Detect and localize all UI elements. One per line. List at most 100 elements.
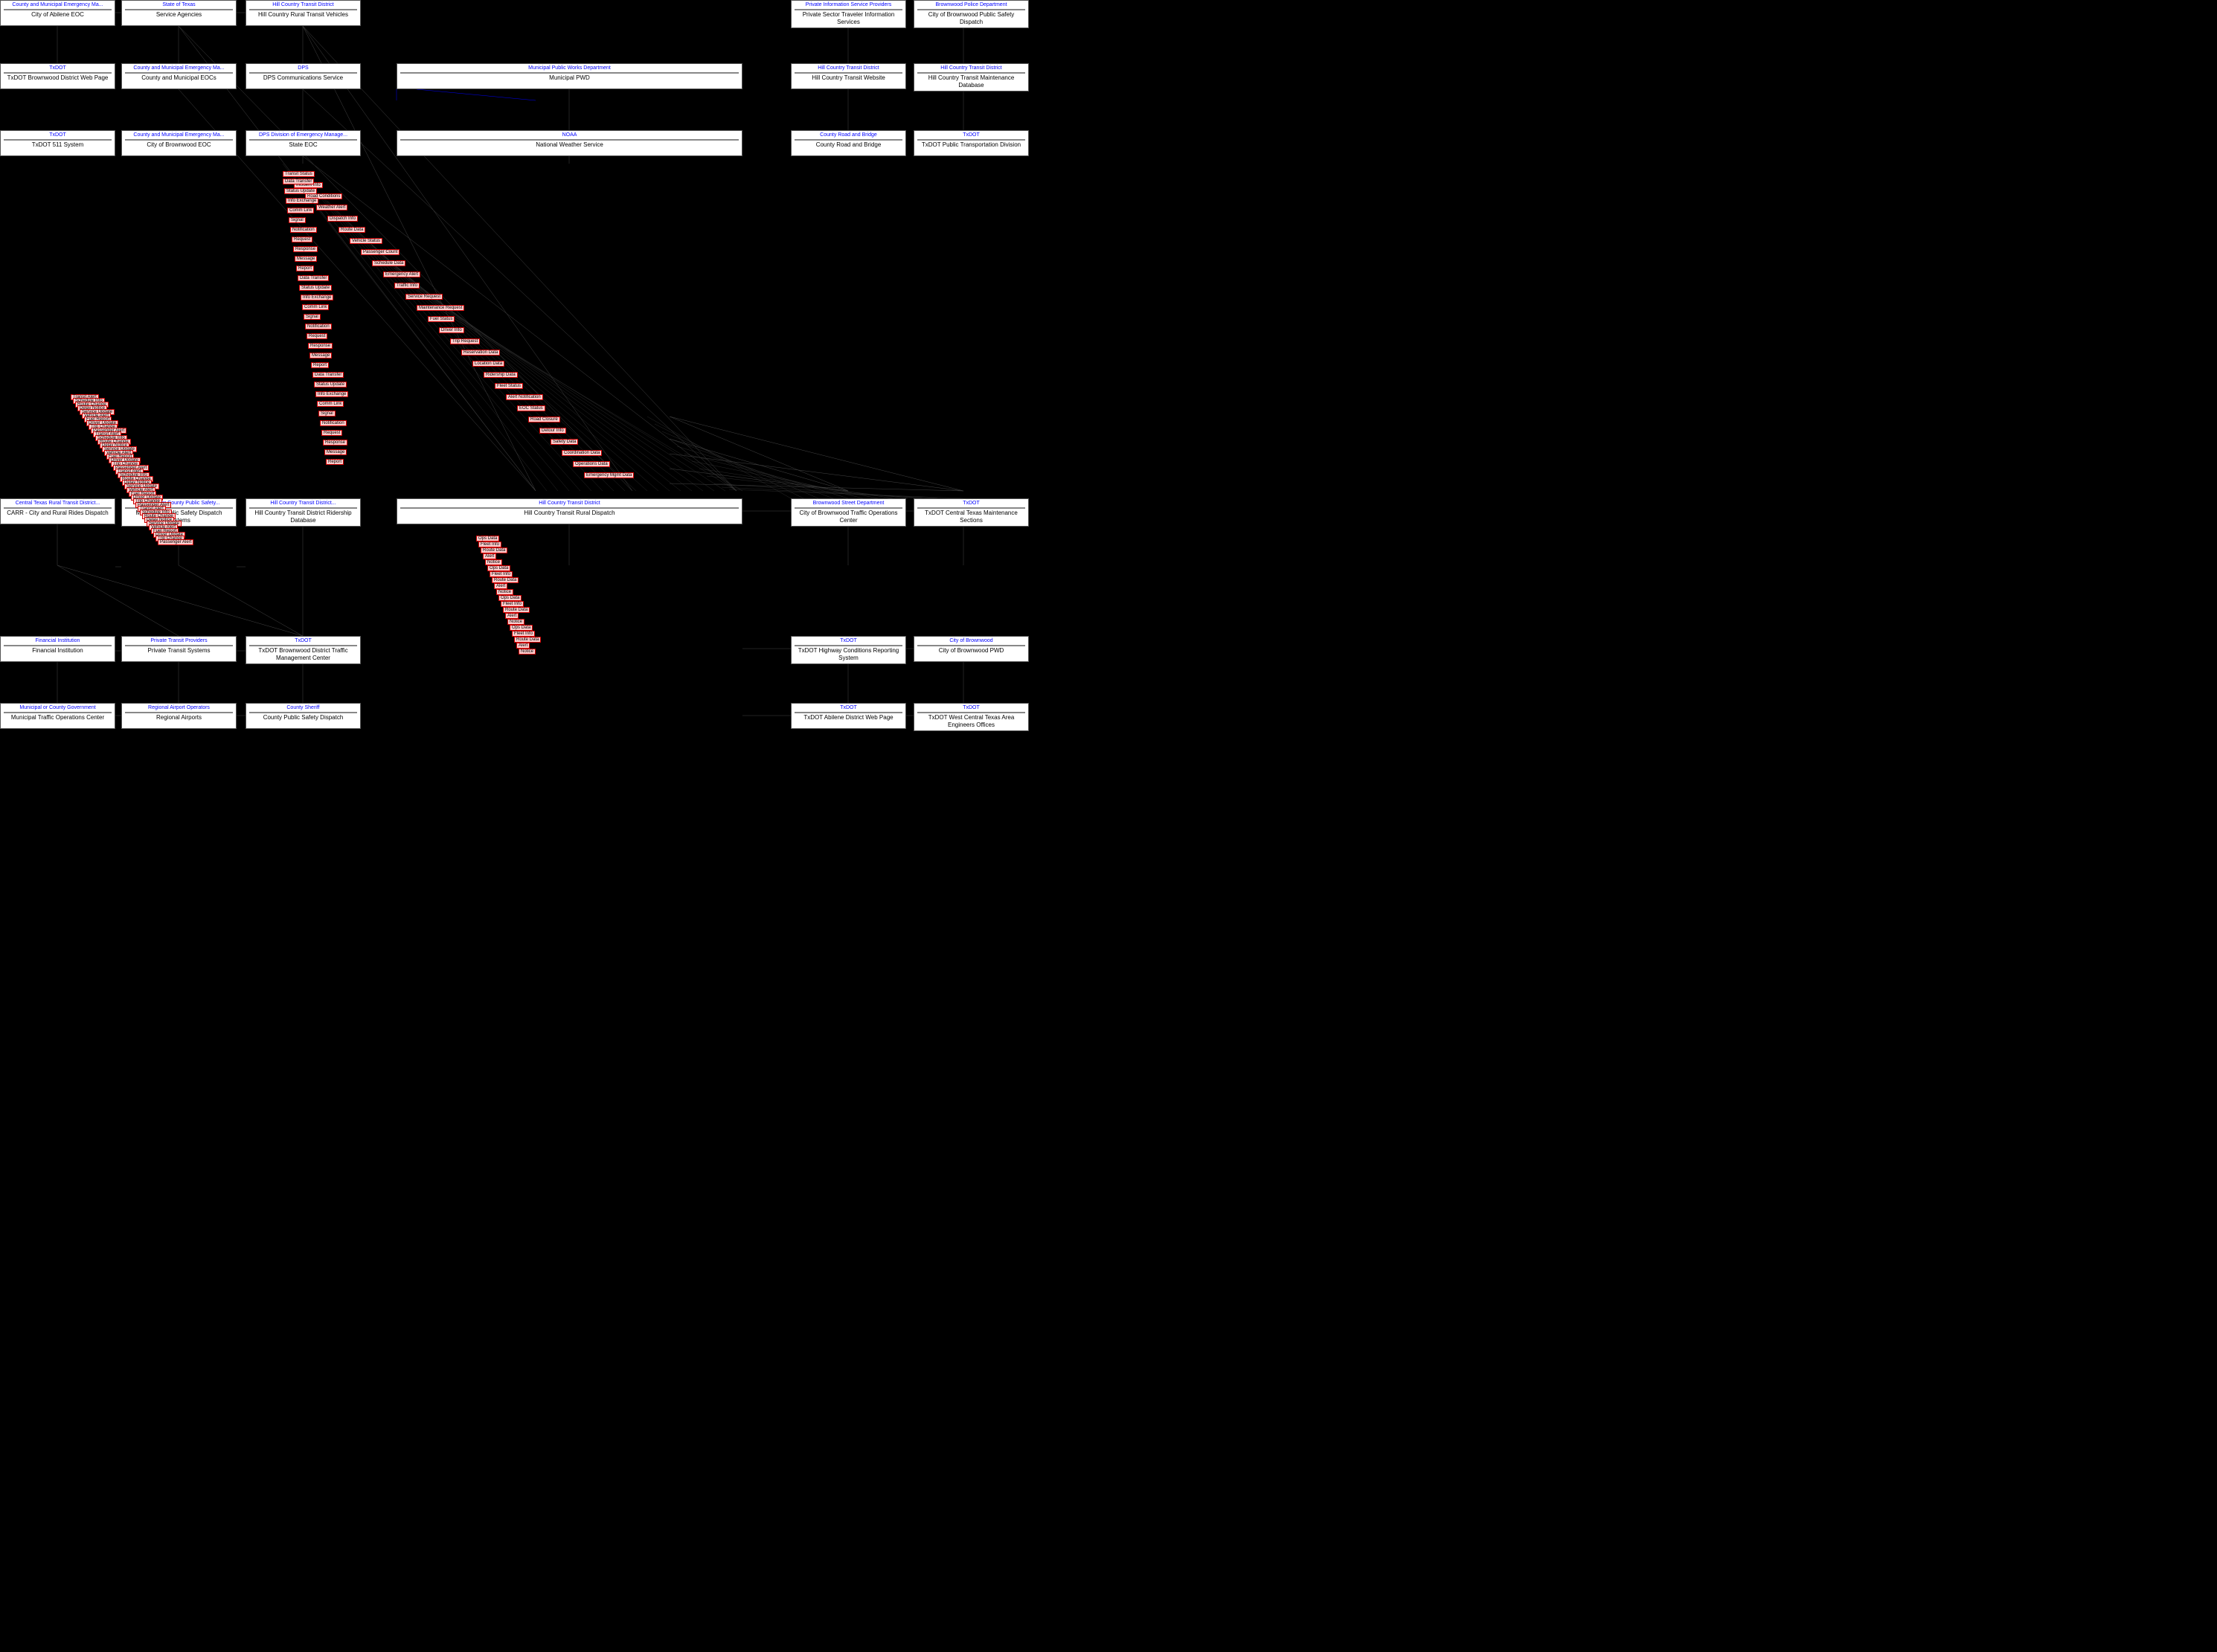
stub-label: Trip Request [450, 338, 480, 344]
node-label-txdot-abilene-web: TxDOT Abilene District Web Page [795, 714, 902, 721]
stub-label: Info Exchange [315, 391, 348, 397]
node-label-central-texas-rural-transit: CARR - City and Rural Rides Dispatch [4, 510, 112, 517]
node-category-central-texas-rural-transit: Central Texas Rural Transit District... [4, 501, 112, 507]
node-label-hill-country-transit-website: Hill Country Transit Website [795, 74, 902, 82]
node-private-info-service-providers: Private Information Service ProvidersPri… [791, 0, 906, 28]
node-category-txdot-central-texas-maint: TxDOT [917, 501, 1025, 507]
stub-label: Fleet Info [512, 631, 535, 637]
node-category-brownwood-eoc: County and Municipal Emergency Ma... [125, 132, 233, 138]
node-category-hill-country-transit-district: Hill Country Transit District [249, 2, 357, 8]
node-label-txdot-west-central-texas: TxDOT West Central Texas Area Engineers … [917, 714, 1025, 728]
stub-label: Transit Status [283, 171, 315, 177]
stub-label: Info Exchange [301, 295, 333, 300]
node-label-municipal-pwd: Municipal PWD [400, 74, 739, 82]
stub-label: Safety Data [551, 439, 578, 445]
node-category-hill-country-rural-dispatch: Hill Country Transit District [400, 501, 739, 507]
stub-label: Message [295, 256, 317, 262]
node-category-hill-country-transit-website: Hill Country Transit District [795, 65, 902, 71]
stub-label: Data Transfer [283, 179, 314, 184]
node-category-municipal-pwd: Municipal Public Works Department [400, 65, 739, 71]
stub-label: Passenger Count [361, 249, 400, 255]
node-brownwood-street-dept: Brownwood Street DepartmentCity of Brown… [791, 498, 906, 527]
stub-label: Signal [289, 217, 306, 223]
stub-label: Info Exchange [286, 198, 318, 204]
stub-label: Notice [485, 559, 502, 565]
node-brownwood-police-dept: Brownwood Police DepartmentCity of Brown… [914, 0, 1029, 28]
stub-label: Alert [505, 613, 519, 619]
stub-label: Notification [320, 420, 347, 426]
node-hill-country-transit-website: Hill Country Transit District Hill Countr… [791, 63, 906, 89]
node-hill-country-transit-ridership-db: Hill Country Transit District...Hill Cou… [246, 498, 361, 527]
stub-label: Detour Info [539, 428, 566, 434]
stub-label: Request [321, 430, 342, 436]
stub-label: Fleet Info [478, 541, 501, 547]
stub-label: Ops Data [498, 595, 522, 601]
stub-label: Maintenance Request [417, 305, 464, 311]
stub-label: Notice [496, 589, 513, 595]
node-category-city-abilene-eoc: County and Municipal Emergency Ma... [4, 2, 112, 8]
node-category-brownwood-street-dept: Brownwood Street Department [795, 501, 902, 507]
node-dps-div-em: DPS Division of Emergency Manage...State… [246, 130, 361, 156]
stub-label: Schedule Data [372, 260, 405, 266]
node-label-txdot-central-texas-maint: TxDOT Central Texas Maintenance Sections [917, 510, 1025, 524]
stub-label: Route Data [339, 227, 365, 233]
stub-label: Status Update [299, 285, 332, 291]
node-category-dps-comm-service: DPS [249, 65, 357, 71]
node-category-noaa: NOAA [400, 132, 739, 138]
node-municipal-county-gov: Municipal or County GovernmentMunicipal … [0, 703, 115, 729]
node-hill-country-transit-district: Hill Country Transit DistrictHill Countr… [246, 0, 361, 26]
stub-label: Passenger Alert [158, 539, 193, 545]
stub-label: Fuel Status [428, 316, 455, 322]
node-label-financial-institution: Financial Institution [4, 647, 112, 655]
node-txdot-brownwood-web: TxDOTTxDOT Brownwood District Web Page [0, 63, 115, 89]
stub-label: Notification [305, 324, 332, 330]
node-category-txdot-511: TxDOT [4, 132, 112, 138]
stub-label: Response [308, 343, 333, 349]
node-city-brownwood-pwd: City of BrownwoodCity of Brownwood PWD [914, 636, 1029, 662]
stub-label: Reservation Data [461, 350, 500, 356]
stub-label: Status Update [314, 382, 347, 388]
node-municipal-pwd: Municipal Public Works Department Municip… [397, 63, 742, 89]
node-label-state-of-texas: Service Agencies [125, 11, 233, 19]
stub-label: Location Data [472, 361, 504, 367]
stub-label: Fleet Info [490, 571, 513, 577]
node-label-brownwood-eoc: City of Brownwood EOC [125, 141, 233, 149]
node-label-txdot-brownwood-tmc: TxDOT Brownwood District Traffic Managem… [249, 647, 357, 661]
node-label-county-road-bridge: County Road and Bridge [795, 141, 902, 149]
node-label-private-transit-providers: Private Transit Systems [125, 647, 233, 655]
node-label-regional-airport-operators: Regional Airports [125, 714, 233, 721]
node-category-txdot-brownwood-web: TxDOT [4, 65, 112, 71]
stub-label: Signal [304, 314, 321, 320]
node-category-private-transit-providers: Private Transit Providers [125, 638, 233, 644]
stub-label: Dispatch Info [327, 216, 358, 222]
stub-label: Road Closure [528, 417, 560, 422]
node-label-county-municipal-eoc: County and Municipal EOCs [125, 74, 233, 82]
stub-label: Response [293, 246, 318, 252]
node-category-regional-airport-operators: Regional Airport Operators [125, 705, 233, 711]
node-brownwood-eoc: County and Municipal Emergency Ma... City… [121, 130, 237, 156]
connector-svg [0, 0, 2217, 1652]
node-txdot-pub-trans-div: TxDOT TxDOT Public Transportation Divisio… [914, 130, 1029, 156]
node-category-city-brownwood-pwd: City of Brownwood [917, 638, 1025, 644]
node-txdot-highway-cond-reporting: TxDOTTxDOT Highway Conditions Reporting … [791, 636, 906, 664]
node-label-county-sheriff: County Public Safety Dispatch [249, 714, 357, 721]
node-category-txdot-west-central-texas: TxDOT [917, 705, 1025, 711]
stub-label: Route Data [514, 637, 541, 643]
node-category-hill-country-transit-ridership-db: Hill Country Transit District... [249, 501, 357, 507]
node-hill-country-rural-dispatch: Hill Country Transit District Hill Countr… [397, 498, 742, 524]
node-category-txdot-pub-trans-div: TxDOT [917, 132, 1025, 138]
stub-label: Operations Data [573, 461, 610, 467]
node-category-txdot-brownwood-tmc: TxDOT [249, 638, 357, 644]
node-label-txdot-pub-trans-div: TxDOT Public Transportation Division [917, 141, 1025, 149]
stub-label: Alert Notification [506, 394, 543, 400]
stub-label: Route Data [492, 577, 519, 583]
node-label-city-abilene-eoc: City of Abilene EOC [4, 11, 112, 19]
node-label-municipal-county-gov: Municipal Traffic Operations Center [4, 714, 112, 721]
node-category-txdot-abilene-web: TxDOT [795, 705, 902, 711]
node-label-hill-country-rural-dispatch: Hill Country Transit Rural Dispatch [400, 510, 739, 517]
stub-label: Status Update [284, 188, 317, 194]
stub-label: Response [323, 440, 347, 446]
node-state-of-texas: State of TexasService Agencies [121, 0, 237, 26]
stub-label: Report [296, 266, 314, 271]
stub-label: Service Request [405, 294, 443, 300]
